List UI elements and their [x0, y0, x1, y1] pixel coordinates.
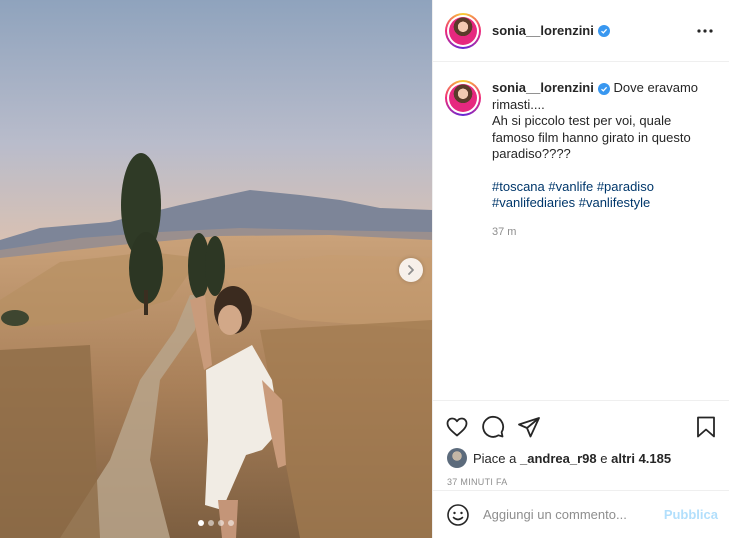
- publish-button[interactable]: Pubblica: [664, 507, 718, 522]
- comment-icon: [482, 416, 505, 438]
- hashtag-link[interactable]: #vanlifediaries: [492, 195, 575, 210]
- more-options-icon: [697, 28, 713, 33]
- send-icon: [518, 417, 540, 438]
- caption-body: sonia__lorenzini Dove eravamo rimasti...…: [492, 80, 712, 400]
- carousel-dot: [208, 520, 214, 526]
- smiley-icon: [447, 503, 469, 526]
- carousel-dot: [218, 520, 224, 526]
- bookmark-icon: [697, 416, 715, 438]
- author-username[interactable]: sonia__lorenzini: [492, 23, 594, 38]
- hashtag-link[interactable]: #paradiso: [597, 179, 654, 194]
- post-photo[interactable]: [0, 0, 432, 538]
- likes-conjunction: e: [600, 450, 608, 466]
- carousel-next-button[interactable]: [399, 258, 423, 282]
- post-caption: sonia__lorenzini Dove eravamo rimasti...…: [433, 62, 729, 400]
- tuscany-landscape-image: [0, 0, 432, 538]
- likes-count[interactable]: altri 4.185: [611, 451, 671, 466]
- chevron-right-icon: [408, 265, 414, 275]
- verified-badge-icon: [597, 24, 610, 37]
- save-button[interactable]: [690, 411, 722, 443]
- post-actions-section: Piace a _andrea_r98 e altri 4.185 37 MIN…: [433, 400, 729, 493]
- caption-username[interactable]: sonia__lorenzini: [492, 80, 594, 95]
- liker-username[interactable]: _andrea_r98: [520, 451, 597, 466]
- post-sidebar: sonia__lorenzini sonia__lorenzini Dove e…: [432, 0, 729, 538]
- action-bar: [433, 401, 729, 445]
- comment-button[interactable]: [477, 411, 509, 443]
- caption-avatar[interactable]: [445, 80, 481, 116]
- hashtag-link[interactable]: #toscana: [492, 179, 545, 194]
- emoji-button[interactable]: [445, 502, 471, 528]
- hashtag-link[interactable]: #vanlifestyle: [579, 195, 651, 210]
- caption-timestamp: 37 m: [492, 225, 517, 238]
- profile-picture: [449, 16, 477, 45]
- likes-summary[interactable]: Piace a _andrea_r98 e altri 4.185: [433, 445, 729, 471]
- liker-avatar: [447, 448, 467, 468]
- hashtag-link[interactable]: #vanlife: [548, 179, 593, 194]
- carousel-dot-active: [198, 520, 204, 526]
- likes-prefix: Piace a: [473, 450, 517, 466]
- verified-badge-icon: [597, 83, 610, 95]
- add-comment-form: Pubblica: [433, 490, 729, 538]
- comment-input[interactable]: [483, 507, 653, 522]
- heart-icon: [446, 417, 468, 437]
- share-button[interactable]: [513, 411, 545, 443]
- profile-picture: [449, 84, 477, 112]
- carousel-dot: [228, 520, 234, 526]
- like-button[interactable]: [441, 411, 473, 443]
- more-options-button[interactable]: [693, 19, 717, 43]
- author-avatar[interactable]: [445, 12, 481, 49]
- carousel-indicator: [0, 520, 432, 526]
- caption-hashtags: #toscana #vanlife #paradiso #vanlifediar…: [492, 179, 712, 212]
- post-header: sonia__lorenzini: [433, 0, 729, 62]
